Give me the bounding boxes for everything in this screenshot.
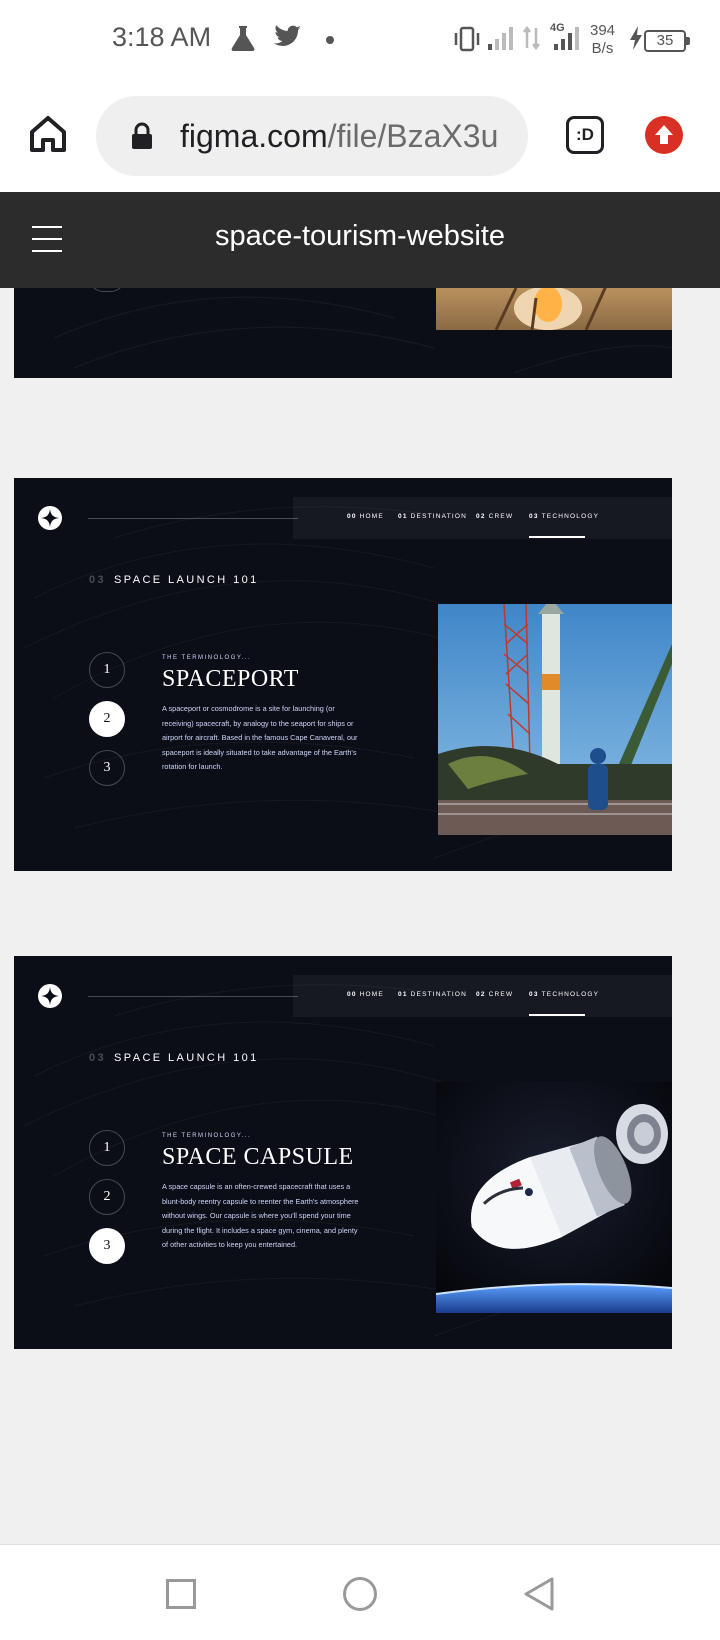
home-icon[interactable] — [26, 112, 70, 156]
spaceport-photo — [438, 604, 672, 835]
design-frame-spaceport[interactable]: 00 HOME 01 DESTINATION 02 CREW 03 TECHNOLOGY… — [14, 478, 672, 871]
url-path: /file/BzaX3u — [327, 118, 499, 154]
android-navigation-bar — [0, 1544, 720, 1640]
eyebrow-text: THE TERMINOLOGY... — [162, 1133, 252, 1139]
network-speed-unit: B/s — [591, 40, 614, 57]
lock-icon — [132, 122, 152, 149]
design-frame-partial[interactable] — [14, 288, 672, 378]
step-button-1[interactable]: 1 — [89, 652, 125, 688]
nav-active-indicator — [529, 536, 585, 538]
step-button-1[interactable]: 1 — [89, 1130, 125, 1166]
launch-photo-image — [436, 288, 672, 330]
spaceport-photo-image — [438, 604, 672, 835]
step-button-3[interactable]: 3 — [89, 1228, 125, 1264]
address-bar[interactable]: figma.com/file/BzaX3u — [96, 96, 528, 176]
back-triangle-icon[interactable] — [522, 1575, 556, 1613]
charging-bolt-icon — [630, 26, 642, 50]
upload-button[interactable] — [645, 116, 683, 154]
network-speed: 394 B/s — [590, 22, 615, 58]
top-nav: 00 HOME 01 DESTINATION 02 CREW 03 TECHNOLOGY — [293, 497, 672, 539]
nav-destination[interactable]: 01 DESTINATION — [398, 513, 467, 520]
signal-1-icon — [488, 27, 513, 50]
eyebrow-text: THE TERMINOLOGY... — [162, 655, 252, 661]
home-circle-icon[interactable] — [343, 1577, 377, 1611]
figma-header: space-tourism-website — [0, 192, 720, 288]
url-text[interactable]: figma.com/file/BzaX3u — [180, 118, 498, 155]
nav-crew[interactable]: 02 CREW — [476, 991, 513, 998]
figma-canvas[interactable]: 00 HOME 01 DESTINATION 02 CREW 03 TECHNOLOGY… — [0, 288, 720, 1544]
design-frame-space-capsule[interactable]: 00 HOME 01 DESTINATION 02 CREW 03 TECHNOLOGY… — [14, 956, 672, 1349]
battery-indicator: 35 — [644, 30, 690, 52]
top-nav: 00 HOME 01 DESTINATION 02 CREW 03 TECHNOLOGY — [293, 975, 672, 1017]
nav-divider-line — [88, 518, 298, 519]
space-capsule-photo — [436, 1082, 672, 1313]
step-button-2[interactable]: 2 — [89, 701, 125, 737]
browser-toolbar: figma.com/file/BzaX3u :D — [0, 82, 720, 192]
nav-divider-line — [88, 996, 298, 997]
nav-home[interactable]: 00 HOME — [347, 513, 384, 520]
tech-title: SPACE CAPSULE — [162, 1144, 354, 1170]
extension-button[interactable]: :D — [566, 116, 604, 154]
vibrate-icon — [454, 26, 480, 52]
network-speed-value: 394 — [590, 22, 616, 39]
tech-description: A spaceport or cosmodrome is a site for … — [162, 704, 358, 772]
nav-active-indicator — [529, 1014, 585, 1016]
step-button-3[interactable]: 3 — [89, 750, 125, 786]
logo-icon[interactable] — [38, 506, 62, 530]
twitter-icon — [274, 25, 301, 46]
nav-destination[interactable]: 01 DESTINATION — [398, 991, 467, 998]
tech-description: A space capsule is an often-crewed space… — [162, 1182, 359, 1250]
recent-apps-icon[interactable] — [166, 1579, 196, 1609]
launch-photo-partial — [436, 288, 672, 330]
nav-technology[interactable]: 03 TECHNOLOGY — [529, 513, 599, 520]
status-bar: 3:18 AM 4G 394 B/s 35 — [0, 0, 720, 82]
upload-arrow-icon — [655, 125, 673, 144]
lab-flask-icon — [231, 26, 255, 51]
nav-crew[interactable]: 02 CREW — [476, 513, 513, 520]
signal-2-icon — [554, 27, 579, 50]
step-button-2[interactable]: 2 — [89, 1179, 125, 1215]
status-time: 3:18 AM — [112, 22, 212, 52]
space-capsule-photo-image — [436, 1082, 672, 1313]
notification-dot — [326, 36, 334, 44]
section-label: 03 SPACE LAUNCH 101 — [89, 574, 259, 586]
section-label: 03 SPACE LAUNCH 101 — [89, 1052, 259, 1064]
url-domain: figma.com — [180, 118, 328, 154]
data-arrows-icon — [523, 25, 540, 51]
nav-home[interactable]: 00 HOME — [347, 991, 384, 998]
nav-technology[interactable]: 03 TECHNOLOGY — [529, 991, 599, 998]
file-title: space-tourism-website — [214, 220, 506, 252]
logo-icon[interactable] — [38, 984, 62, 1008]
tech-title: SPACEPORT — [162, 666, 299, 692]
